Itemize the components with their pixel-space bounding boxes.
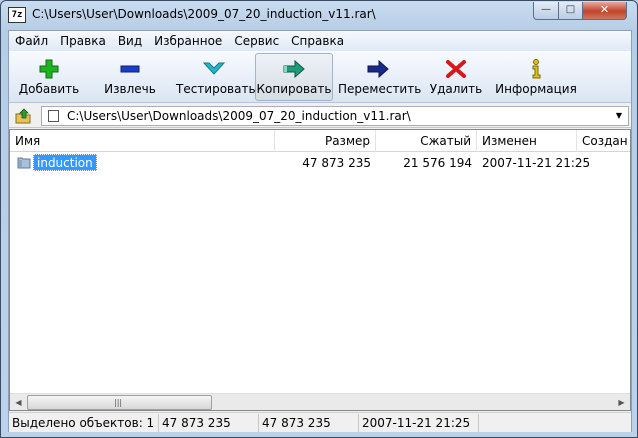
address-dropdown-arrow-icon[interactable]: ▼ [612, 109, 626, 123]
address-path: C:\Users\User\Downloads\2009_07_20_induc… [67, 109, 411, 123]
folder-up-icon[interactable] [14, 107, 32, 125]
info-label: Информация [495, 82, 577, 96]
row-modified: 2007-11-21 21:25 [482, 156, 591, 170]
status-packed-size: 47 873 235 [259, 414, 359, 432]
menu-help[interactable]: Справка [285, 31, 350, 51]
extract-button[interactable]: Извлечь [94, 53, 166, 101]
menu-file[interactable]: Файл [9, 31, 54, 51]
scroll-left-arrow-icon[interactable]: ◀ [10, 394, 27, 411]
file-list[interactable]: Имя Размер Сжатый Изменен Создан inducti… [9, 129, 631, 411]
move-arrow-icon [367, 59, 389, 79]
app-window: 7z C:\Users\User\Downloads\2009_07_20_in… [0, 0, 638, 438]
minimize-button[interactable]: — [533, 2, 559, 20]
status-date: 2007-11-21 21:25 [359, 414, 479, 432]
row-packed: 21 576 194 [403, 156, 472, 170]
archive-file-icon [48, 110, 59, 122]
test-label: Тестировать [176, 82, 256, 96]
scroll-right-arrow-icon[interactable]: ▶ [613, 394, 630, 411]
row-name[interactable]: induction [33, 154, 97, 171]
horizontal-scrollbar[interactable]: ◀ ||| ▶ [10, 393, 630, 410]
add-button[interactable]: Добавить [13, 53, 85, 101]
minus-icon [120, 65, 140, 73]
menu-edit[interactable]: Правка [54, 31, 112, 51]
move-label: Переместить [338, 82, 422, 96]
menu-bar: Файл Правка Вид Избранное Сервис Справка [9, 31, 631, 51]
menu-tools[interactable]: Сервис [228, 31, 285, 51]
column-created[interactable]: Создан [577, 130, 630, 152]
address-bar: C:\Users\User\Downloads\2009_07_20_induc… [9, 104, 631, 128]
column-modified[interactable]: Изменен [477, 130, 577, 152]
menu-favorites[interactable]: Избранное [148, 31, 228, 51]
window-title: C:\Users\User\Downloads\2009_07_20_induc… [32, 7, 376, 21]
client-area: Файл Правка Вид Избранное Сервис Справка… [8, 30, 632, 432]
info-button[interactable]: Информация [493, 53, 579, 101]
menu-view[interactable]: Вид [112, 31, 148, 51]
move-button[interactable]: Переместить [337, 53, 422, 101]
column-name[interactable]: Имя [10, 130, 275, 152]
delete-label: Удалить [429, 82, 483, 96]
address-field[interactable]: C:\Users\User\Downloads\2009_07_20_induc… [41, 106, 629, 126]
column-header: Имя Размер Сжатый Изменен Создан [10, 130, 630, 152]
toolbar: Добавить Извлечь Тестировать Копировать … [9, 51, 631, 103]
scrollbar-thumb[interactable]: ||| [27, 395, 212, 410]
maximize-button[interactable]: □ [558, 2, 583, 20]
status-size: 47 873 235 [159, 414, 259, 432]
scrollbar-grip: ||| [114, 398, 123, 407]
test-button[interactable]: Тестировать [175, 53, 256, 101]
delete-x-icon [446, 60, 466, 78]
plus-icon [39, 59, 59, 79]
add-label: Добавить [18, 82, 80, 96]
check-icon [203, 62, 225, 75]
copy-arrow-icon [283, 59, 305, 79]
extract-label: Извлечь [104, 82, 156, 96]
delete-button[interactable]: Удалить [424, 53, 488, 101]
info-icon [532, 59, 541, 79]
table-row[interactable]: induction 47 873 235 21 576 194 2007-11-… [10, 154, 630, 172]
row-size: 47 873 235 [302, 156, 371, 170]
title-bar[interactable]: 7z C:\Users\User\Downloads\2009_07_20_in… [1, 1, 637, 29]
column-size[interactable]: Размер [275, 130, 376, 152]
column-packed[interactable]: Сжатый [376, 130, 477, 152]
copy-label: Копировать [256, 82, 332, 96]
7zip-app-icon[interactable]: 7z [8, 7, 26, 23]
folder-icon [17, 157, 31, 169]
close-button[interactable]: ✕ [582, 2, 627, 20]
status-bar: Выделено объектов: 1 47 873 235 47 873 2… [9, 412, 631, 432]
status-selected-count: Выделено объектов: 1 [9, 414, 159, 432]
copy-button[interactable]: Копировать [255, 53, 333, 101]
